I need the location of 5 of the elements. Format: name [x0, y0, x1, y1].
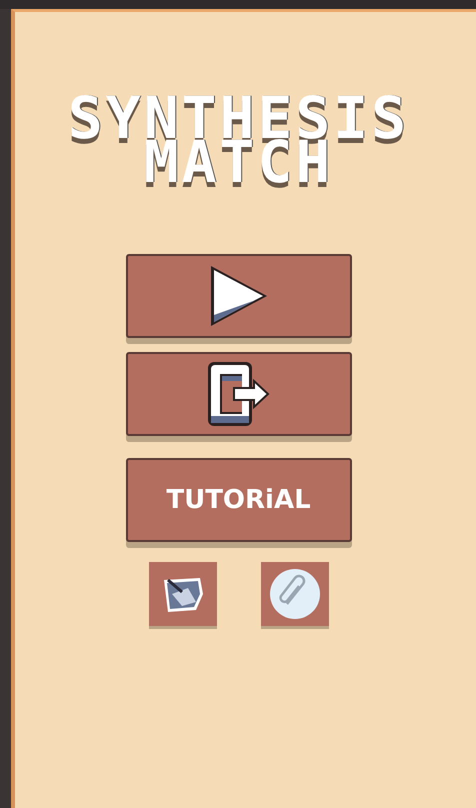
- paperclip-icon: [268, 568, 320, 620]
- document-button[interactable]: [148, 562, 216, 626]
- game-title: SYNTHESIS: [68, 96, 410, 140]
- paperclip-button[interactable]: [260, 562, 328, 626]
- game-title: MATCH: [144, 140, 334, 184]
